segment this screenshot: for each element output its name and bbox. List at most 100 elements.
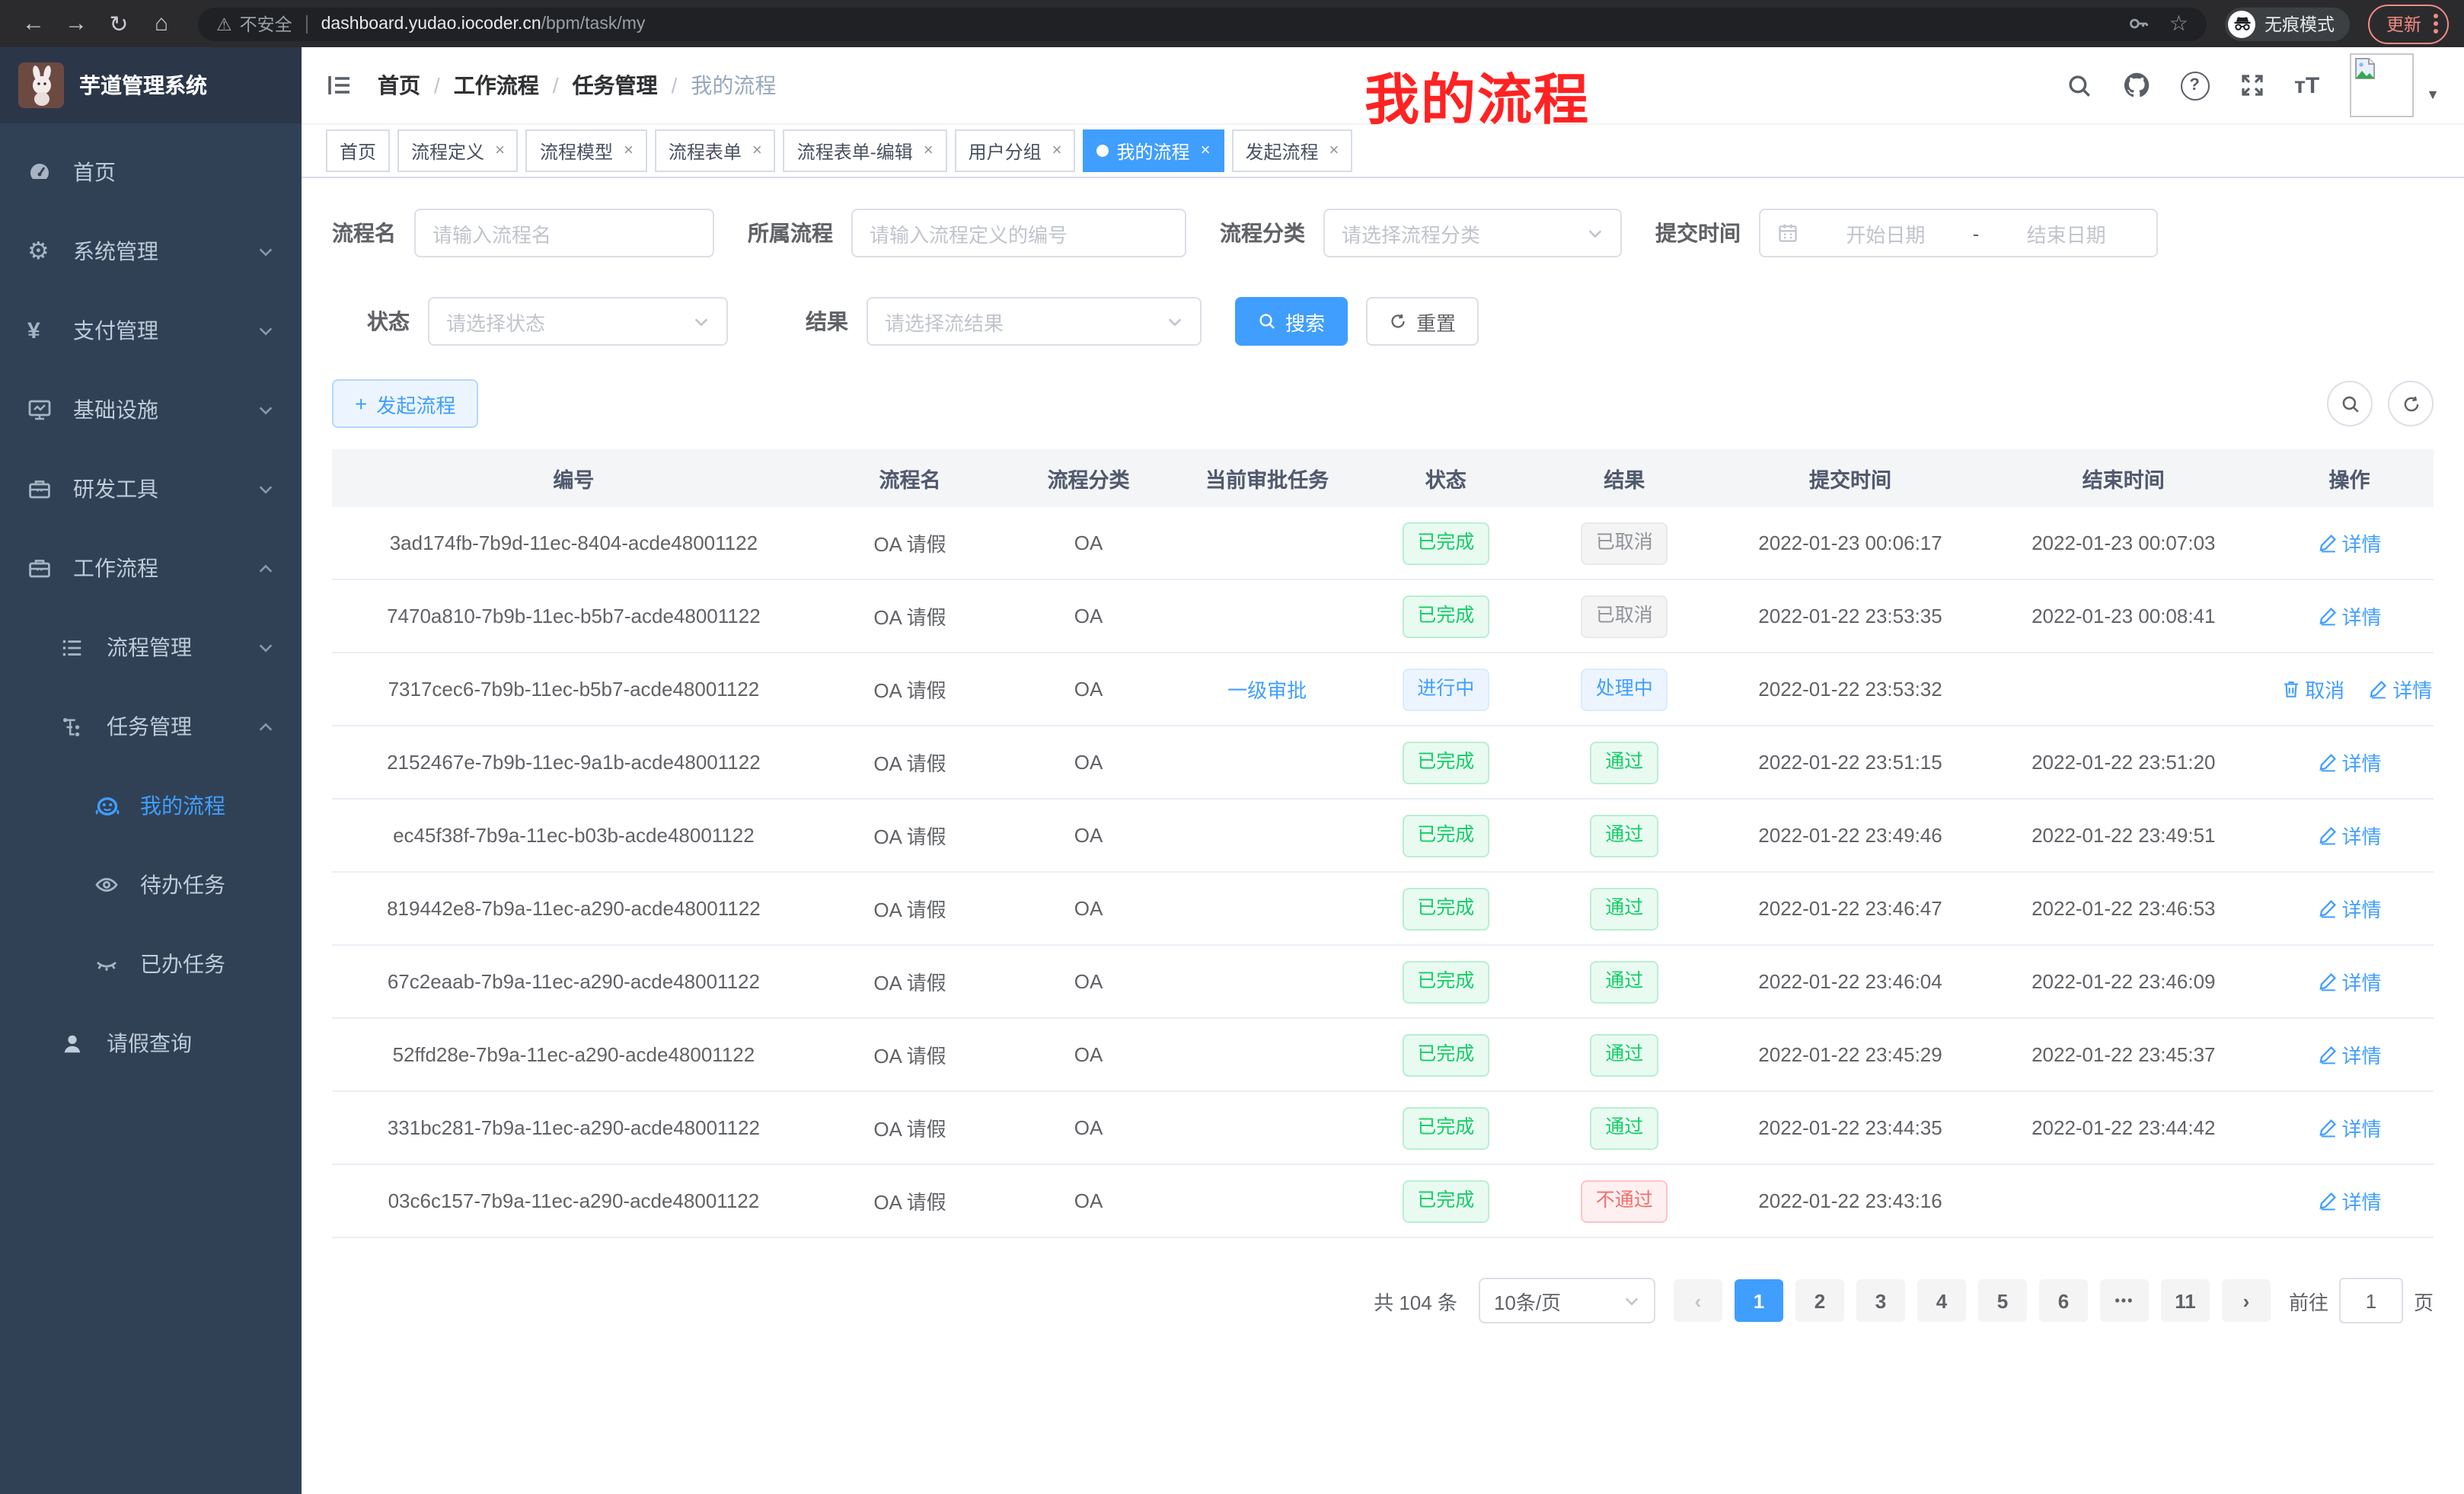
- detail-link[interactable]: 详情: [2318, 528, 2382, 557]
- close-icon[interactable]: ×: [1329, 142, 1339, 160]
- tab-my-process[interactable]: 我的流程×: [1084, 129, 1224, 172]
- col-id: 编号: [332, 449, 815, 507]
- detail-link[interactable]: 详情: [2318, 1186, 2382, 1215]
- detail-link[interactable]: 详情: [2318, 967, 2382, 996]
- flow-icon: [61, 715, 88, 738]
- key-icon[interactable]: [2128, 12, 2151, 35]
- goto-label: 前往: [2289, 1286, 2328, 1315]
- tab-process-model[interactable]: 流程模型×: [526, 129, 647, 172]
- sidebar-item-system[interactable]: ⚙ 系统管理: [0, 212, 302, 291]
- github-icon[interactable]: [2122, 72, 2150, 99]
- task-link[interactable]: 一级审批: [1227, 679, 1307, 702]
- page-button-6[interactable]: 6: [2039, 1279, 2088, 1322]
- sidebar-item-task-mgmt[interactable]: 任务管理: [0, 687, 302, 766]
- detail-link[interactable]: 详情: [2318, 1113, 2382, 1142]
- browser-update-button[interactable]: 更新: [2368, 4, 2449, 43]
- process-category-select[interactable]: 请选择流程分类: [1323, 209, 1622, 257]
- breadcrumb-task-mgmt[interactable]: 任务管理: [573, 70, 658, 101]
- next-page-button[interactable]: ›: [2222, 1279, 2271, 1322]
- tags-view-bar: 首页 流程定义× 流程模型× 流程表单× 流程表单-编辑× 用户分组× 我的流程…: [302, 123, 2464, 178]
- avatar[interactable]: [2350, 53, 2414, 117]
- page-button-3[interactable]: 3: [1856, 1279, 1905, 1322]
- reset-button[interactable]: 重置: [1366, 297, 1479, 346]
- page-button-11[interactable]: 11: [2161, 1279, 2210, 1322]
- back-icon[interactable]: ←: [15, 5, 52, 42]
- address-bar[interactable]: ⚠不安全 dashboard.yudao.iocoder.cn/bpm/task…: [198, 7, 2207, 40]
- tab-process-definition[interactable]: 流程定义×: [397, 129, 519, 172]
- tab-process-form[interactable]: 流程表单×: [655, 129, 776, 172]
- prev-page-button[interactable]: ‹: [1674, 1279, 1722, 1322]
- sidebar-item-leave-query[interactable]: 请假查询: [0, 1004, 302, 1083]
- breadcrumb-workflow[interactable]: 工作流程: [454, 70, 539, 101]
- search-button[interactable]: 搜索: [1235, 297, 1348, 346]
- status-badge: 已完成: [1402, 741, 1489, 784]
- sidebar-item-todo-task[interactable]: 待办任务: [0, 845, 302, 924]
- search-icon[interactable]: [2066, 72, 2092, 98]
- result-select[interactable]: 请选择流结果: [867, 297, 1202, 346]
- sidebar-item-infra[interactable]: 基础设施: [0, 370, 302, 449]
- detail-link[interactable]: 详情: [2318, 602, 2382, 630]
- close-icon[interactable]: ×: [924, 142, 934, 160]
- start-process-button[interactable]: + 发起流程: [332, 379, 478, 428]
- sidebar-item-pay[interactable]: ¥ 支付管理: [0, 291, 302, 370]
- page-button-5[interactable]: 5: [1978, 1279, 2027, 1322]
- eye-icon: [94, 873, 122, 897]
- detail-link[interactable]: 详情: [2318, 1040, 2382, 1069]
- font-size-icon[interactable]: ᴛT: [2294, 72, 2319, 98]
- tree-list-icon: [61, 636, 88, 659]
- forward-icon[interactable]: →: [58, 5, 94, 42]
- chevron-down-icon: [1623, 1292, 1640, 1309]
- close-icon[interactable]: ×: [752, 142, 762, 160]
- home-icon[interactable]: ⌂: [143, 5, 180, 42]
- pen-icon: [2318, 752, 2338, 772]
- more-pages-button[interactable]: •••: [2100, 1279, 2149, 1322]
- status-badge: 已完成: [1402, 1180, 1489, 1222]
- pen-icon: [2318, 1191, 2338, 1211]
- search-icon: [1258, 312, 1276, 330]
- close-icon[interactable]: ×: [624, 142, 634, 160]
- cancel-link[interactable]: 取消: [2280, 675, 2344, 704]
- result-badge: 已取消: [1581, 522, 1668, 564]
- status-select[interactable]: 请选择状态: [428, 297, 728, 346]
- user-menu[interactable]: ▼: [2350, 53, 2440, 117]
- detail-link[interactable]: 详情: [2318, 894, 2382, 923]
- bookmark-star-icon[interactable]: ☆: [2169, 11, 2188, 37]
- browser-menu-icon[interactable]: [2434, 14, 2438, 34]
- submit-time-range-picker[interactable]: 开始日期 - 结束日期: [1759, 209, 2158, 257]
- fullscreen-icon[interactable]: [2239, 73, 2264, 97]
- sidebar-item-done-task[interactable]: 已办任务: [0, 924, 302, 1004]
- pen-icon: [2318, 1118, 2338, 1138]
- sidebar-item-devtools[interactable]: 研发工具: [0, 449, 302, 528]
- sidebar-item-my-process[interactable]: 我的流程: [0, 766, 302, 845]
- incognito-icon: [2228, 10, 2255, 37]
- sidebar-item-home[interactable]: 首页: [0, 132, 302, 212]
- page-button-2[interactable]: 2: [1795, 1279, 1844, 1322]
- help-icon[interactable]: ?: [2180, 71, 2209, 100]
- detail-link[interactable]: 详情: [2318, 748, 2382, 777]
- sidebar-item-process-mgmt[interactable]: 流程管理: [0, 608, 302, 687]
- tab-home[interactable]: 首页: [326, 129, 390, 172]
- process-name-input[interactable]: 请输入流程名: [414, 209, 714, 257]
- breadcrumb-home[interactable]: 首页: [378, 70, 420, 101]
- table-row: 52ffd28e-7b9a-11ec-a290-acde48001122 OA …: [332, 1018, 2434, 1091]
- tab-process-form-edit[interactable]: 流程表单-编辑×: [784, 129, 947, 172]
- close-icon[interactable]: ×: [1052, 142, 1062, 160]
- close-icon[interactable]: ×: [495, 142, 505, 160]
- detail-link[interactable]: 详情: [2368, 675, 2432, 704]
- table-search-button[interactable]: [2327, 381, 2373, 426]
- tab-start-process[interactable]: 发起流程×: [1231, 129, 1352, 172]
- detail-link[interactable]: 详情: [2318, 821, 2382, 850]
- page-button-4[interactable]: 4: [1917, 1279, 1966, 1322]
- page-size-select[interactable]: 10条/页: [1479, 1278, 1655, 1323]
- status-badge: 已完成: [1402, 887, 1489, 930]
- table-row: 7470a810-7b9b-11ec-b5b7-acde48001122 OA …: [332, 579, 2434, 653]
- page-button-1[interactable]: 1: [1735, 1279, 1783, 1322]
- sidebar-toggle-icon[interactable]: [326, 72, 353, 99]
- process-definition-input[interactable]: 请输入流程定义的编号: [851, 209, 1186, 257]
- reload-icon[interactable]: ↻: [101, 5, 137, 42]
- sidebar-item-workflow[interactable]: 工作流程: [0, 528, 302, 608]
- goto-page-input[interactable]: 1: [2339, 1278, 2403, 1323]
- tab-user-group[interactable]: 用户分组×: [955, 129, 1076, 172]
- table-refresh-button[interactable]: [2388, 381, 2434, 426]
- close-icon[interactable]: ×: [1201, 142, 1211, 160]
